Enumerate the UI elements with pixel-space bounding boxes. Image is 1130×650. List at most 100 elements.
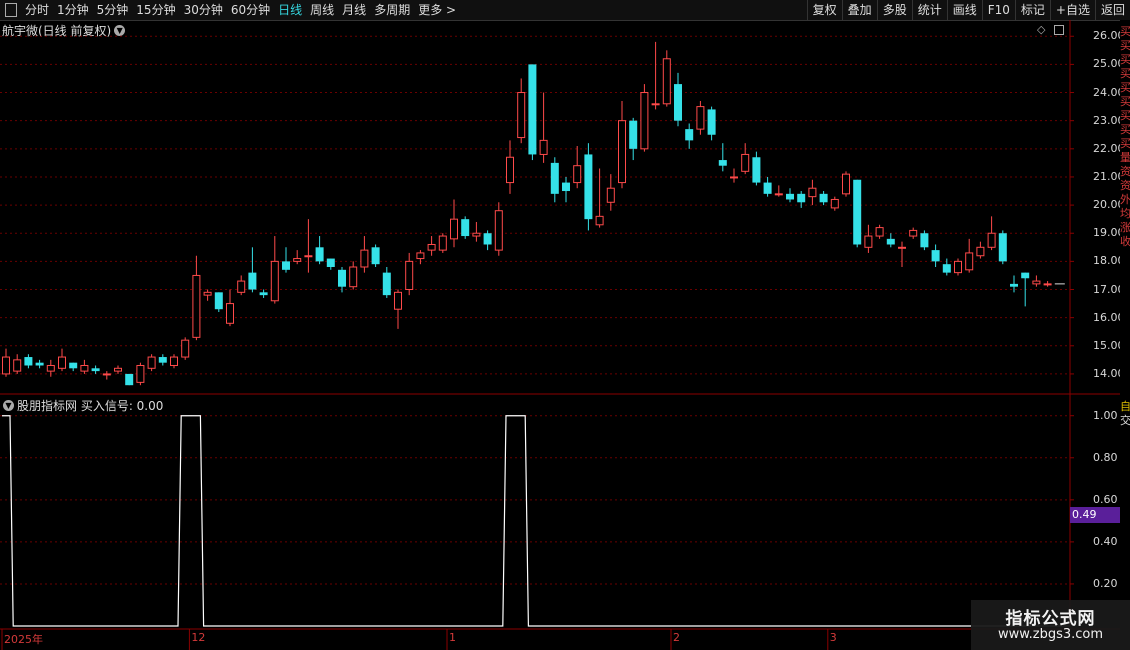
toolbar-button-2[interactable]: 多股	[876, 0, 912, 20]
chevron-down-icon[interactable]: ▼	[3, 400, 14, 411]
candle-body-up	[595, 215, 604, 226]
candle-body-up	[494, 210, 503, 251]
watermark-title: 指标公式网	[1005, 609, 1096, 629]
toolbar-button-1[interactable]: 叠加	[841, 0, 877, 20]
candle-body-up	[965, 252, 974, 271]
period-tab-10[interactable]: 更多 >	[414, 0, 460, 20]
candle-body-up	[517, 92, 526, 139]
side-panel-char: 均	[1120, 207, 1130, 220]
candle-body-up	[864, 235, 873, 248]
side-panel-char: 资	[1120, 179, 1130, 192]
candle-body-up	[304, 255, 313, 258]
side-panel-char: 资	[1120, 165, 1130, 178]
candle-body-up	[472, 232, 481, 237]
candle-body-up	[438, 235, 447, 251]
period-tab-7[interactable]: 周线	[306, 0, 338, 20]
candle-body-down	[259, 292, 268, 296]
side-panel-char: 买	[1120, 53, 1130, 66]
toolbar-button-0[interactable]: 复权	[806, 0, 842, 20]
candle-body-up	[640, 92, 649, 150]
candle-body-down	[584, 154, 593, 220]
side-panel-char: 买	[1120, 25, 1130, 38]
candle-body-up	[46, 364, 55, 372]
candle-body-down	[371, 247, 380, 265]
chevron-down-icon[interactable]: ▼	[114, 25, 126, 36]
candle-body-up	[539, 139, 548, 155]
toolbar-button-4[interactable]: 画线	[946, 0, 982, 20]
candle-body-up	[662, 58, 671, 105]
period-tab-8[interactable]: 月线	[338, 0, 370, 20]
period-tab-0[interactable]: 分时	[21, 0, 53, 20]
period-tab-5[interactable]: 60分钟	[227, 0, 274, 20]
side-panel-char: 收	[1120, 235, 1130, 248]
candle-body-up	[181, 339, 190, 358]
candle-body-down	[338, 269, 346, 287]
period-tab-4[interactable]: 30分钟	[180, 0, 227, 20]
toolbar-button-3[interactable]: 统计	[911, 0, 947, 20]
side-panel-char: 买	[1120, 67, 1130, 80]
candle-body-up	[147, 356, 156, 369]
candle-body-down	[158, 357, 167, 363]
right-side-panel[interactable]: 买买买买买买买买买量资资外均涨收 自交	[1120, 20, 1130, 650]
candle-body-down	[685, 129, 694, 141]
period-tab-6[interactable]: 日线	[274, 0, 306, 20]
candle-body-down	[69, 362, 78, 369]
candle-body-down	[674, 84, 682, 121]
candle-body-down	[282, 261, 290, 270]
chart-title: 航宇微(日线 前复权) ▼	[2, 22, 126, 39]
toolbar-button-5[interactable]: F10	[981, 0, 1015, 20]
candle-body-down	[550, 162, 559, 194]
candle-body-down	[819, 193, 828, 203]
side-panel-char: 买	[1120, 137, 1130, 150]
buy-signal-line	[2, 415, 1070, 627]
action-buttons: 复权 叠加 多股 统计 画线 F10 标记 +自选 返回	[806, 0, 1130, 20]
candle-body-down	[562, 182, 570, 192]
candle-body-up	[226, 303, 234, 324]
candle-body-up	[909, 229, 918, 237]
candle-body-up	[405, 260, 414, 291]
indicator-tick-label: 0.40	[1093, 534, 1118, 548]
candle-body-up	[618, 120, 626, 184]
date-label: 2025年	[4, 633, 43, 646]
side-panel-char: 量	[1120, 151, 1130, 164]
candle-body-down	[786, 193, 794, 200]
period-tab-1[interactable]: 1分钟	[53, 0, 93, 20]
maximize-icon[interactable]	[1054, 25, 1064, 35]
side-panel-char: 买	[1120, 95, 1130, 108]
indicator-tick-label: 0.60	[1093, 492, 1118, 506]
side-panel-char: 外	[1120, 193, 1130, 206]
candle-body-down	[707, 109, 716, 135]
period-tab-9[interactable]: 多周期	[370, 0, 414, 20]
candle-body-up	[898, 246, 906, 249]
window-toggle-icon[interactable]	[5, 3, 17, 17]
candle-body-up	[136, 364, 145, 383]
candle-body-up	[774, 193, 783, 196]
indicator-title: ▼ 股朋指标网 买入信号: 0.00	[3, 397, 163, 414]
candle-body-down	[528, 64, 537, 155]
side-panel-char: 自	[1120, 400, 1130, 413]
candle-body-up	[573, 165, 582, 184]
candle-body-up	[1032, 280, 1041, 285]
side-panel-char: 涨	[1120, 221, 1130, 234]
candle-body-up	[237, 280, 246, 293]
diamond-icon[interactable]: ◇	[1037, 23, 1045, 36]
candle-body-down	[853, 179, 862, 245]
candle-body-up	[606, 187, 615, 203]
candle-body-up	[875, 227, 884, 237]
candle-body-down	[1021, 272, 1030, 279]
toolbar-button-7[interactable]: +自选	[1049, 0, 1095, 20]
chart-title-text: 航宇微(日线 前复权)	[2, 24, 112, 38]
candle-body-up	[102, 373, 111, 376]
candle-body-down	[248, 272, 257, 290]
side-panel-char: 买	[1120, 81, 1130, 94]
candle-body-up	[842, 173, 850, 195]
date-label: 3	[829, 631, 837, 644]
candle-body-up	[450, 218, 458, 240]
period-tab-3[interactable]: 15分钟	[132, 0, 179, 20]
candle-body-down	[752, 157, 761, 183]
toolbar-button-8[interactable]: 返回	[1094, 0, 1130, 20]
date-label: 12	[191, 631, 206, 644]
top-toolbar: 分时 1分钟 5分钟 15分钟 30分钟 60分钟 日线 周线 月线 多周期 更多 > 复权 叠加 多股…	[0, 0, 1130, 21]
period-tab-2[interactable]: 5分钟	[93, 0, 133, 20]
toolbar-button-6[interactable]: 标记	[1014, 0, 1050, 20]
